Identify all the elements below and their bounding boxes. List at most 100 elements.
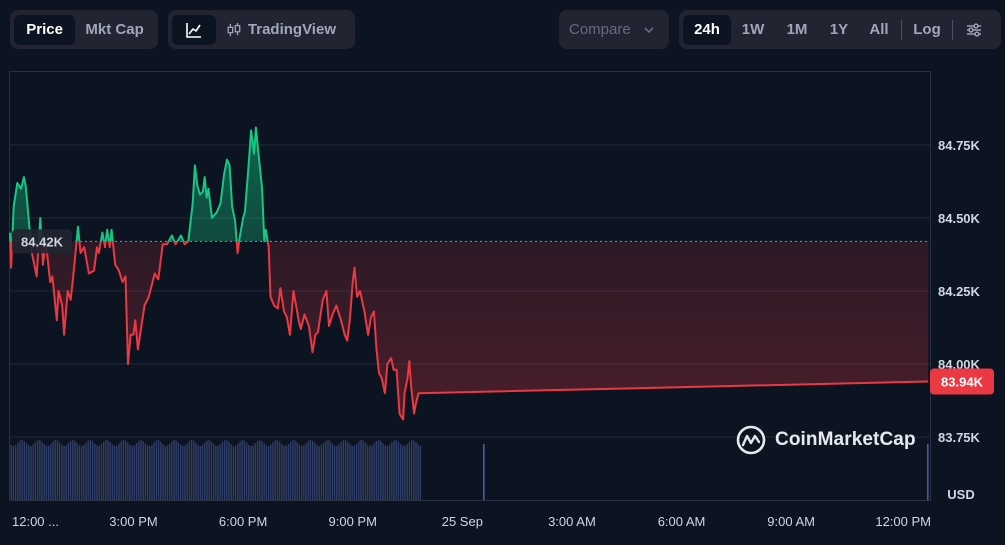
volume-bar (309, 440, 312, 500)
volume-bar (63, 445, 65, 500)
volume-bar (265, 445, 268, 500)
tab-price[interactable]: Price (14, 14, 76, 45)
volume-bar (245, 442, 248, 500)
volume-bar (30, 445, 32, 500)
volume-bar (325, 440, 327, 500)
log-scale-toggle[interactable]: Log (904, 15, 950, 45)
volume-bar (256, 440, 259, 500)
range-24h[interactable]: 24h (683, 14, 731, 45)
volume-bar (417, 444, 419, 500)
coinmarketcap-logo-icon (736, 425, 766, 455)
volume-bar (168, 443, 171, 500)
volume-bar (195, 443, 197, 500)
volume-bar (157, 440, 160, 500)
volume-bar (50, 443, 52, 500)
volume-bar (28, 445, 30, 500)
last-price-label: 83.94K (941, 375, 984, 390)
volume-bar (138, 440, 140, 500)
volume-bar (413, 440, 415, 500)
line-chart-icon (186, 22, 201, 38)
volume-bar (311, 440, 314, 500)
reference-price-label: 84.42K (21, 234, 64, 249)
chart-settings-button[interactable] (955, 15, 993, 45)
range-all[interactable]: All (859, 15, 899, 45)
volume-bar (80, 445, 83, 500)
sliders-icon (967, 22, 981, 37)
volume-bar (237, 443, 239, 500)
volume-bar (41, 441, 43, 500)
volume-bar (153, 442, 155, 500)
volume-bar (261, 441, 263, 500)
volume-bar (395, 440, 397, 500)
volume-bar (14, 445, 17, 500)
volume-bar (380, 440, 382, 500)
volume-bar (149, 445, 151, 500)
x-tick-label: 12:00 ... (12, 514, 59, 529)
line-view-button[interactable] (172, 14, 216, 45)
volume-bar (19, 440, 21, 500)
volume-bar (204, 442, 206, 500)
volume-bar (239, 441, 241, 500)
volume-bar (274, 440, 276, 500)
volume-bar (206, 440, 208, 500)
volume-bar (32, 444, 34, 500)
volume-bar (386, 445, 389, 500)
volume-bar (278, 441, 281, 500)
reference-price-badge: 84.42K (12, 229, 72, 254)
volume-bar (45, 445, 48, 500)
volume-bar (289, 441, 292, 500)
volume-bar (927, 444, 929, 500)
volume-bar (212, 443, 215, 500)
volume-bar (96, 445, 98, 500)
volume-bar (294, 440, 296, 500)
range-1m[interactable]: 1M (775, 15, 819, 45)
volume-bar (188, 441, 191, 500)
volume-bar (377, 440, 380, 500)
tradingview-button[interactable]: TradingView (216, 15, 346, 45)
volume-bar (120, 441, 122, 500)
volume-bar (276, 440, 279, 500)
range-1y[interactable]: 1Y (819, 15, 859, 45)
volume-bar (171, 441, 173, 500)
volume-bar (160, 441, 162, 500)
volume-bar (17, 442, 19, 500)
volume-bar (419, 445, 422, 500)
volume-bar (226, 440, 228, 500)
volume-bar (270, 444, 272, 500)
y-tick-label: 84.75K (938, 138, 981, 153)
volume-bar (287, 444, 290, 500)
volume-bar (43, 444, 45, 500)
volume-bar (56, 440, 59, 500)
volume-bar (336, 445, 338, 500)
coinmarketcap-logo-text: CoinMarketCap (775, 429, 916, 450)
volume-bar (201, 444, 204, 500)
tab-mkt-cap[interactable]: Mkt Cap (75, 15, 154, 45)
x-axis: 12:00 ... 3:00 PM 6:00 PM 9:00 PM 25 Sep 3:00… (12, 514, 931, 529)
volume-bar (52, 441, 54, 500)
chevron-down-icon (644, 26, 654, 33)
volume-bar (177, 442, 180, 500)
compare-dropdown[interactable]: Compare (559, 10, 669, 49)
settings-divider (952, 19, 953, 40)
volume-bar (408, 441, 411, 500)
volume-bar (406, 444, 408, 500)
volume-bar (166, 445, 169, 500)
volume-bar (100, 444, 103, 500)
x-tick-label: 3:00 AM (548, 514, 596, 529)
volume-bar (391, 442, 393, 500)
volume-bar (298, 444, 301, 500)
price-chart[interactable]: 84.75K84.50K84.25K84.00K83.75K 12:00 ...… (0, 0, 1005, 545)
x-tick-label: 6:00 PM (219, 514, 267, 529)
range-1w[interactable]: 1W (731, 15, 775, 45)
volume-bar (314, 442, 316, 500)
volume-bar (234, 445, 237, 500)
volume-bar (397, 441, 400, 500)
volume-bar (384, 445, 386, 500)
volume-bar (254, 443, 257, 500)
volume-bar (215, 445, 217, 500)
volume-bar (351, 445, 353, 500)
volume-bar (61, 444, 63, 500)
volume-bar (296, 442, 298, 500)
area-fills (10, 127, 929, 420)
volume-bar (144, 443, 147, 500)
